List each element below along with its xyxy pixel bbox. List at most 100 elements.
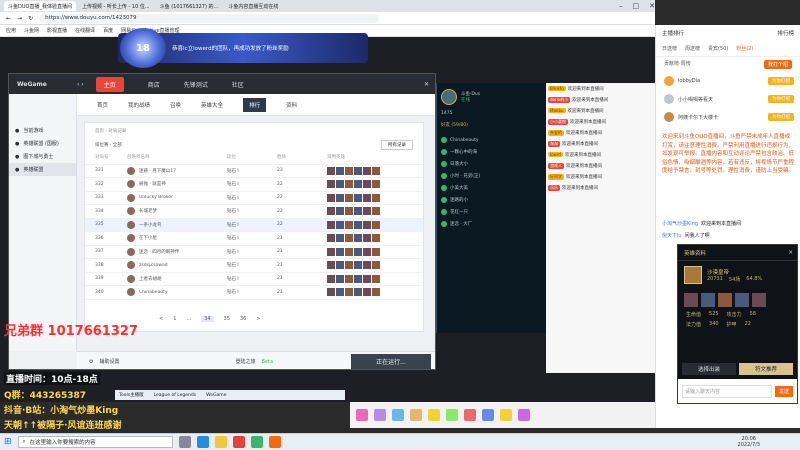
hero-icon[interactable] bbox=[372, 180, 380, 189]
sidebar-item-current[interactable]: ● 当前游戏 bbox=[9, 124, 76, 137]
hero-icon[interactable] bbox=[336, 166, 344, 175]
chat-user[interactable]: dorin的小 bbox=[548, 96, 571, 103]
hero-icon[interactable] bbox=[363, 166, 371, 175]
gift-icon[interactable] bbox=[410, 409, 422, 421]
clock[interactable]: 20:06 2022/7/3 bbox=[738, 436, 760, 448]
hero-icon[interactable] bbox=[363, 193, 371, 202]
page-prev[interactable]: < bbox=[159, 316, 163, 322]
friend-item[interactable]: Chinabeauty bbox=[437, 134, 546, 146]
chat-user[interactable]: 小小喜悦 bbox=[548, 118, 568, 125]
game-running-button[interactable]: 正在运行... bbox=[351, 354, 431, 369]
hero-icon[interactable] bbox=[345, 234, 353, 243]
friend-item[interactable]: 小时 · 兄弟(正) bbox=[437, 170, 546, 182]
rank-item[interactable]: 小小喝喝等看天 为你打招 bbox=[656, 90, 800, 108]
hero-icon[interactable] bbox=[363, 220, 371, 229]
bookmark[interactable]: 斗鱼网 bbox=[24, 27, 39, 34]
chat-user[interactable]: 游戏人 bbox=[548, 162, 564, 169]
friend-item[interactable]: 迷恋 · 大厂 bbox=[437, 218, 546, 230]
skill-icon[interactable] bbox=[718, 293, 732, 307]
tab-heroes[interactable]: 英雄大全 bbox=[201, 101, 223, 109]
hero-icon[interactable] bbox=[345, 207, 353, 216]
table-row[interactable]: 336 在下小星 钻石 I 21 bbox=[85, 232, 423, 246]
close-icon[interactable]: ✕ bbox=[788, 250, 793, 256]
tab-summon[interactable]: 召唤 bbox=[170, 101, 181, 109]
hero-icon[interactable] bbox=[354, 274, 362, 283]
browser-tab[interactable]: 上传视频 - 听长上传 - 10 位... bbox=[77, 1, 154, 11]
gift-icon[interactable] bbox=[428, 409, 440, 421]
gift-icon[interactable] bbox=[356, 409, 368, 421]
hero-icon[interactable] bbox=[336, 234, 344, 243]
hero-icon[interactable] bbox=[354, 180, 362, 189]
hero-icon[interactable] bbox=[354, 207, 362, 216]
wegame-icon[interactable] bbox=[268, 436, 281, 448]
friend-item[interactable]: 一颗心中的海 bbox=[437, 146, 546, 158]
rank-item[interactable]: lobbyDia 为你打招 bbox=[656, 72, 800, 90]
table-row[interactable]: 340 Chinabeauty 钻石 I 21 bbox=[85, 286, 423, 300]
table-row[interactable]: 338 zsdsjZsowad 钻石 I 21 bbox=[85, 259, 423, 273]
greet-button[interactable]: 为你打招 bbox=[768, 77, 794, 85]
hero-icon[interactable] bbox=[363, 180, 371, 189]
maximize-icon[interactable]: □ bbox=[633, 2, 640, 10]
friend-item[interactable]: 日落大小 bbox=[437, 158, 546, 170]
hero-icon[interactable] bbox=[354, 166, 362, 175]
bookmark[interactable]: 应用 bbox=[6, 27, 16, 34]
hero-icon[interactable] bbox=[354, 288, 362, 297]
hero-icon[interactable] bbox=[363, 288, 371, 297]
hero-icon[interactable] bbox=[363, 274, 371, 283]
hero-icon[interactable] bbox=[327, 207, 335, 216]
gift-icon[interactable] bbox=[446, 409, 458, 421]
tab-info[interactable]: 资料 bbox=[286, 101, 297, 109]
chat-user[interactable]: Manbu bbox=[548, 108, 566, 113]
task-view-icon[interactable] bbox=[178, 436, 191, 448]
chat-user[interactable]: 乐乐 bbox=[548, 184, 560, 191]
hero-icon[interactable] bbox=[372, 274, 380, 283]
chat-user[interactable]: Blinkfo bbox=[548, 86, 566, 91]
page-link[interactable]: 1 bbox=[173, 316, 176, 322]
hero-icon[interactable] bbox=[336, 261, 344, 270]
rank-item[interactable]: 阿姨卡尔下大楼卡 为你打招 bbox=[656, 108, 800, 126]
hero-icon[interactable] bbox=[354, 234, 362, 243]
hero-icon[interactable] bbox=[327, 274, 335, 283]
hero-icon[interactable] bbox=[372, 193, 380, 202]
browser-tab[interactable]: 斗鱼 (1017661327) 的... bbox=[155, 1, 223, 11]
hero-icon[interactable] bbox=[327, 288, 335, 297]
gift-icon[interactable] bbox=[464, 409, 476, 421]
rune-button[interactable]: 符文推荐 bbox=[739, 363, 793, 375]
hero-icon[interactable] bbox=[363, 234, 371, 243]
table-row[interactable]: 333 Unlucky Broker 钻石 I 22 bbox=[85, 192, 423, 205]
table-row[interactable]: 337 迷恋 · 四月的眼神伴 钻石 I 21 bbox=[85, 246, 423, 259]
hero-icon[interactable] bbox=[354, 193, 362, 202]
window-close-icon[interactable]: ✕ bbox=[424, 81, 429, 88]
gift-icon[interactable] bbox=[482, 409, 494, 421]
table-row[interactable]: 332 被抛 · 就是神 钻石 I 22 bbox=[85, 178, 423, 192]
table-row[interactable]: 331 迷惑 · 月下魔山17 钻石 I 23 bbox=[85, 165, 423, 178]
hero-icon[interactable] bbox=[345, 180, 353, 189]
page-link[interactable]: 36 bbox=[240, 316, 246, 322]
hero-icon[interactable] bbox=[345, 247, 353, 256]
windows-start-icon[interactable]: ⊞ bbox=[4, 437, 12, 447]
hero-icon[interactable] bbox=[354, 220, 362, 229]
explorer-icon[interactable] bbox=[214, 436, 227, 448]
inner-app[interactable]: League of Legends bbox=[154, 393, 197, 398]
hero-icon[interactable] bbox=[345, 261, 353, 270]
chat-user[interactable]: 淘淘 bbox=[548, 140, 560, 147]
tab-day[interactable]: 日送榜 bbox=[662, 45, 677, 52]
rank-button[interactable]: 我打个招 bbox=[763, 60, 792, 69]
gift-icon[interactable] bbox=[500, 409, 512, 421]
close-icon[interactable]: ✕ bbox=[649, 2, 655, 10]
table-row[interactable]: 339 上者去胡胡 钻石 I 21 bbox=[85, 273, 423, 286]
chat-input[interactable]: 请输入聊天内容 bbox=[682, 384, 772, 398]
hero-icon[interactable] bbox=[336, 220, 344, 229]
hero-icon[interactable] bbox=[336, 247, 344, 256]
hero-icon[interactable] bbox=[372, 166, 380, 175]
table-row[interactable]: 335 一条小龙鸟 钻石 I 22 bbox=[85, 218, 423, 232]
hero-icon[interactable] bbox=[363, 207, 371, 216]
bookmark[interactable]: 在线翻译 bbox=[75, 27, 95, 34]
tab-record[interactable]: 我的战绩 bbox=[128, 101, 150, 109]
hero-icon[interactable] bbox=[345, 288, 353, 297]
hero-icon[interactable] bbox=[363, 247, 371, 256]
tab-rank[interactable]: 排行 bbox=[243, 97, 267, 112]
back-icon[interactable]: ← bbox=[6, 15, 11, 22]
hero-icon[interactable] bbox=[327, 166, 335, 175]
hero-icon[interactable] bbox=[372, 207, 380, 216]
